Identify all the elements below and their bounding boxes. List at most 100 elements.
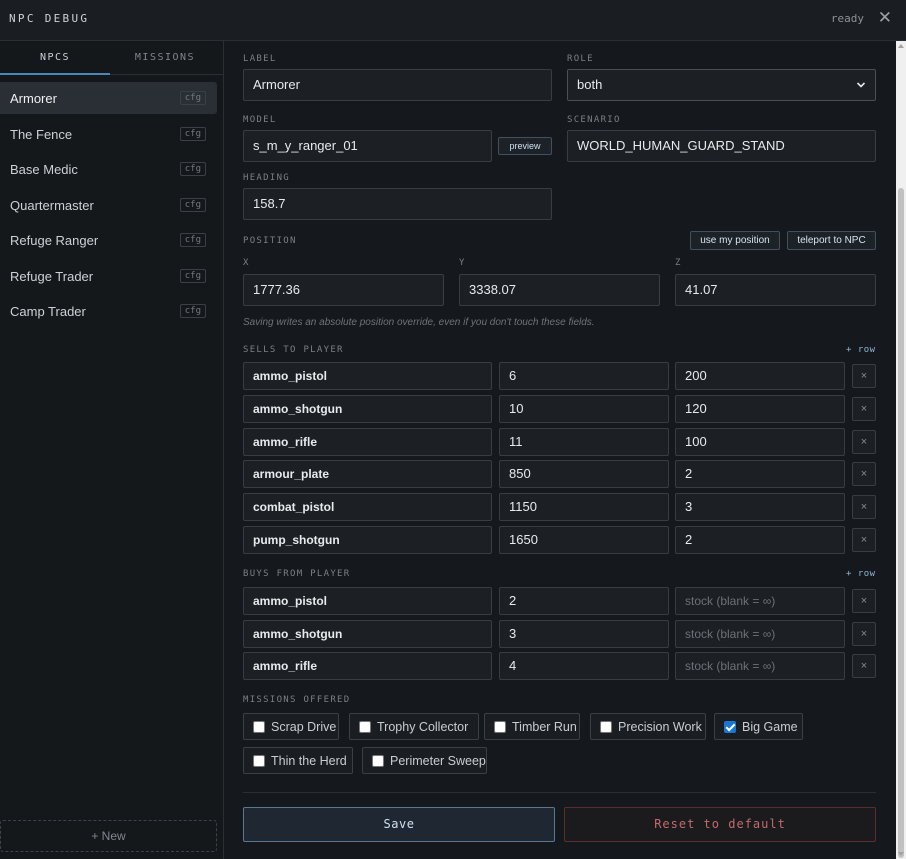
heading-input[interactable]: 158.7 [243, 188, 552, 220]
sidebar-item-label: Base Medic [10, 162, 78, 177]
checkbox[interactable] [253, 755, 265, 767]
position-label: POSITION [243, 236, 297, 246]
close-icon[interactable]: ✕ [878, 8, 892, 28]
sells-price-input[interactable]: 11 [499, 428, 669, 456]
checkbox[interactable] [359, 721, 371, 733]
sells-stock-input[interactable]: 100 [675, 428, 845, 456]
sidebar-item-refuge-ranger[interactable]: Refuge Ranger cfg [0, 224, 217, 256]
sidebar-item-label: Quartermaster [10, 197, 94, 213]
mission-checkbox-precision-work[interactable]: Precision Work [590, 713, 706, 740]
buys-price-input[interactable]: 2 [499, 587, 669, 615]
sells-add-row-button[interactable]: + row [846, 345, 876, 355]
sidebar-item-refuge-trader[interactable]: Refuge Trader cfg [0, 260, 217, 292]
scenario-input[interactable]: WORLD_HUMAN_GUARD_STAND [567, 130, 876, 162]
cfg-badge: cfg [179, 304, 206, 318]
label-input[interactable]: Armorer [243, 69, 552, 101]
remove-row-icon[interactable]: × [852, 397, 876, 421]
sells-stock-input[interactable]: 3 [675, 493, 845, 521]
new-npc-button[interactable]: + New [0, 820, 217, 852]
remove-row-icon[interactable]: × [852, 622, 876, 646]
checkbox[interactable] [253, 721, 265, 733]
checkbox[interactable] [724, 721, 736, 733]
remove-row-icon[interactable]: × [852, 589, 876, 613]
mission-checkbox-scrap-drive[interactable]: Scrap Drive [243, 713, 339, 740]
label-field-label: LABEL [243, 54, 277, 64]
sidebar-item-armorer[interactable]: Armorer cfg [0, 82, 217, 114]
sells-stock-input[interactable]: 200 [675, 362, 845, 390]
sells-item-input[interactable]: combat_pistol [243, 493, 492, 521]
position-x-input[interactable]: 1777.36 [243, 274, 444, 306]
sells-stock-input[interactable]: 2 [675, 460, 845, 488]
app-title: NPC DEBUG [9, 12, 90, 25]
remove-row-icon[interactable]: × [852, 495, 876, 519]
sells-price-input[interactable]: 1650 [499, 526, 669, 554]
checkbox[interactable] [372, 755, 384, 767]
buys-item-input[interactable]: ammo_shotgun [243, 620, 492, 648]
sells-item-input[interactable]: armour_plate [243, 460, 492, 488]
npc-list: Armorer cfg The Fence cfg Base Medic cfg… [0, 82, 223, 331]
sidebar-item-base-medic[interactable]: Base Medic cfg [0, 153, 217, 185]
mission-checkbox-thin-the-herd[interactable]: Thin the Herd [243, 747, 353, 774]
mission-label: Timber Run [512, 720, 577, 734]
mission-label: Trophy Collector [377, 720, 469, 734]
checkbox[interactable] [600, 721, 612, 733]
mission-label: Thin the Herd [271, 754, 347, 768]
buys-item-input[interactable]: ammo_rifle [243, 652, 492, 680]
preview-button[interactable]: preview [498, 137, 552, 155]
scrollbar[interactable] [896, 41, 906, 859]
teleport-to-npc-button[interactable]: teleport to NPC [787, 231, 876, 250]
reset-to-default-button[interactable]: Reset to default [564, 807, 876, 842]
position-hint: Saving writes an absolute position overr… [243, 317, 595, 328]
save-button[interactable]: Save [243, 807, 555, 842]
buys-stock-input[interactable]: stock (blank = ∞) [675, 587, 845, 615]
use-my-position-button[interactable]: use my position [690, 231, 780, 250]
checkbox[interactable] [494, 721, 506, 733]
z-label: Z [675, 258, 682, 268]
mission-checkbox-big-game[interactable]: Big Game [714, 713, 803, 740]
mission-checkbox-trophy-collector[interactable]: Trophy Collector [349, 713, 479, 740]
buys-stock-input[interactable]: stock (blank = ∞) [675, 620, 845, 648]
remove-row-icon[interactable]: × [852, 528, 876, 552]
sells-item-input[interactable]: ammo_shotgun [243, 395, 492, 423]
buys-price-input[interactable]: 4 [499, 652, 669, 680]
sells-price-input[interactable]: 10 [499, 395, 669, 423]
remove-row-icon[interactable]: × [852, 462, 876, 486]
sells-stock-input[interactable]: 120 [675, 395, 845, 423]
sells-price-input[interactable]: 1150 [499, 493, 669, 521]
buys-stock-input[interactable]: stock (blank = ∞) [675, 652, 845, 680]
buys-price-input[interactable]: 3 [499, 620, 669, 648]
sells-item-input[interactable]: ammo_pistol [243, 362, 492, 390]
sidebar-item-label: Refuge Trader [10, 268, 94, 284]
tab-missions[interactable]: MISSIONS [110, 41, 220, 75]
sidebar-item-camp-trader[interactable]: Camp Trader cfg [0, 295, 217, 327]
sells-price-input[interactable]: 6 [499, 362, 669, 390]
scrollbar-thumb[interactable] [898, 188, 904, 858]
sidebar-item-the-fence[interactable]: The Fence cfg [0, 118, 217, 150]
y-label: Y [459, 258, 466, 268]
tab-npcs[interactable]: NPCS [0, 41, 110, 75]
sidebar-item-quartermaster[interactable]: Quartermaster cfg [0, 189, 217, 221]
sells-stock-input[interactable]: 2 [675, 526, 845, 554]
sidebar-item-label: The Fence [10, 126, 73, 142]
buys-item-input[interactable]: ammo_pistol [243, 587, 492, 615]
remove-row-icon[interactable]: × [852, 654, 876, 678]
remove-row-icon[interactable]: × [852, 430, 876, 454]
scroll-down-icon[interactable] [898, 852, 904, 856]
model-input[interactable]: s_m_y_ranger_01 [243, 130, 492, 162]
role-select-value: both [577, 77, 603, 92]
cfg-badge: cfg [179, 162, 206, 176]
cfg-badge: cfg [179, 268, 206, 283]
scroll-up-icon[interactable] [898, 44, 904, 48]
sells-item-input[interactable]: pump_shotgun [243, 526, 492, 554]
scenario-field-label: SCENARIO [567, 115, 621, 125]
buys-add-row-button[interactable]: + row [846, 569, 876, 579]
sells-price-input[interactable]: 850 [499, 460, 669, 488]
mission-checkbox-perimeter-sweep[interactable]: Perimeter Sweep [362, 747, 487, 774]
remove-row-icon[interactable]: × [852, 364, 876, 388]
sidebar-item-label: Refuge Ranger [10, 233, 99, 248]
sells-item-input[interactable]: ammo_rifle [243, 428, 492, 456]
role-select[interactable]: both [567, 69, 876, 101]
position-z-input[interactable]: 41.07 [675, 274, 876, 306]
mission-checkbox-timber-run[interactable]: Timber Run [484, 713, 580, 740]
position-y-input[interactable]: 3338.07 [459, 274, 660, 306]
